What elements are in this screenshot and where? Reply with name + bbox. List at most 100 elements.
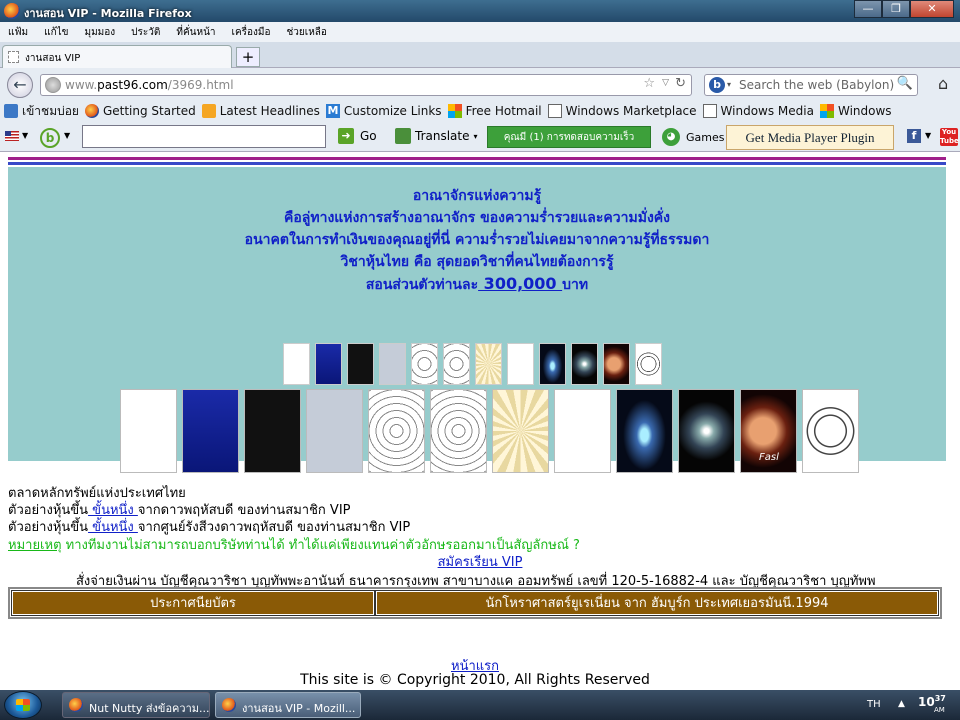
babylon-six-icon[interactable]: b bbox=[40, 128, 60, 148]
page-icon bbox=[547, 104, 562, 118]
arrow-right-icon: ➜ bbox=[338, 128, 354, 144]
thumbnail[interactable] bbox=[635, 343, 662, 385]
start-button[interactable] bbox=[4, 691, 42, 719]
copyright-text: This site is © Copyright 2010, All Right… bbox=[300, 672, 650, 688]
chevron-down-icon[interactable]: ▼ bbox=[64, 131, 70, 140]
bookmarks-bar: เข้าชมบ่อย Getting Started Latest Headli… bbox=[0, 100, 960, 122]
back-button[interactable]: ← bbox=[7, 72, 33, 98]
search-placeholder: Search the web (Babylon) bbox=[739, 78, 895, 92]
search-input[interactable]: b ▾ Search the web (Babylon) 🔍 bbox=[704, 74, 918, 96]
taskbar-item-label: Nut Nutty ส่งข้อความ... bbox=[89, 702, 210, 715]
menu-file[interactable]: แฟ้ม bbox=[8, 25, 28, 40]
galaxy-image[interactable] bbox=[678, 389, 735, 473]
chart-image[interactable] bbox=[554, 389, 611, 473]
headline-line-2: คือลู่ทางแห่งการสร้างอาณาจักร ของความร่ำ… bbox=[284, 210, 670, 226]
menu-tools[interactable]: เครื่องมือ bbox=[232, 25, 271, 40]
url-dropdown-icon[interactable]: ▽ bbox=[662, 78, 669, 88]
example-prefix: ตัวอย่างหุ้นขึ้น bbox=[8, 520, 89, 535]
chevron-down-icon[interactable]: ▾ bbox=[727, 80, 731, 89]
taskbar: Nut Nutty ส่งข้อความ... งานสอน VIP - Moz… bbox=[0, 690, 960, 720]
example-link-2[interactable]: ขั้นหนึ่ง bbox=[88, 520, 138, 535]
register-line: สมัครเรียน VIP bbox=[0, 551, 960, 572]
translate-button[interactable]: Translate ▾ bbox=[395, 128, 478, 144]
chart-image[interactable] bbox=[430, 389, 487, 473]
maximize-button[interactable]: ❐ bbox=[882, 0, 910, 18]
toolbar-search-input[interactable] bbox=[82, 125, 326, 148]
rss-icon bbox=[201, 104, 216, 118]
page-icon bbox=[702, 104, 717, 118]
games-button[interactable]: ◕ Games bbox=[662, 128, 724, 146]
thumbnail[interactable] bbox=[507, 343, 534, 385]
bookmark-windows-marketplace[interactable]: Windows Marketplace bbox=[547, 104, 697, 118]
menu-help[interactable]: ช่วยเหลือ bbox=[287, 25, 327, 40]
language-indicator[interactable]: TH bbox=[867, 699, 881, 710]
chart-image[interactable] bbox=[368, 389, 425, 473]
menu-edit[interactable]: แก้ไข bbox=[44, 25, 68, 40]
credentials-table: ประกาศนียบัตร นักโหราศาสตร์ยูเรเนี่ยน จา… bbox=[8, 587, 942, 619]
thumbnail[interactable] bbox=[443, 343, 470, 385]
thumbnail[interactable] bbox=[347, 343, 374, 385]
new-tab-button[interactable]: + bbox=[236, 47, 260, 67]
facebook-icon[interactable]: f bbox=[907, 129, 921, 143]
chevron-down-icon[interactable]: ▼ bbox=[22, 131, 28, 140]
bookmark-getting-started[interactable]: Getting Started bbox=[84, 104, 196, 118]
book-cover-image[interactable] bbox=[182, 389, 239, 473]
us-flag-icon[interactable] bbox=[5, 131, 19, 141]
firefox-icon bbox=[84, 104, 99, 118]
firefox-icon bbox=[222, 698, 236, 712]
chevron-down-icon[interactable]: ▼ bbox=[925, 131, 931, 140]
bookmark-star-icon[interactable]: ☆ bbox=[643, 76, 655, 91]
bookmark-label: Free Hotmail bbox=[465, 104, 542, 118]
seal-image[interactable] bbox=[802, 389, 859, 473]
addon-toolbar: ▼ b ▼ ➜ Go Translate ▾ คุณมี (1) การทดสอบค… bbox=[0, 122, 960, 152]
bookmark-customize-links[interactable]: M Customize Links bbox=[325, 104, 442, 118]
bookmark-windows[interactable]: Windows bbox=[819, 104, 892, 118]
chart-image[interactable] bbox=[492, 389, 549, 473]
translate-icon bbox=[395, 128, 411, 144]
reload-icon[interactable]: ↻ bbox=[675, 76, 686, 91]
bookmark-windows-media[interactable]: Windows Media bbox=[702, 104, 814, 118]
speed-test-button[interactable]: คุณมี (1) การทดสอบความเร็ว bbox=[487, 126, 651, 148]
register-vip-link[interactable]: สมัครเรียน VIP bbox=[438, 555, 523, 570]
price-suffix: บาท bbox=[562, 277, 589, 293]
home-icon[interactable]: ⌂ bbox=[938, 74, 948, 93]
search-icon[interactable]: 🔍 bbox=[897, 76, 913, 91]
thumbnail[interactable] bbox=[603, 343, 630, 385]
galaxy-image[interactable] bbox=[616, 389, 673, 473]
minimize-button[interactable]: — bbox=[854, 0, 882, 18]
taskbar-item[interactable]: Nut Nutty ส่งข้อความ... bbox=[62, 692, 210, 718]
media-player-plugin-button[interactable]: Get Media Player Plugin bbox=[726, 125, 894, 150]
thumbnail[interactable] bbox=[411, 343, 438, 385]
price-link[interactable]: 300,000 bbox=[478, 274, 562, 293]
taskbar-item-active[interactable]: งานสอน VIP - Mozill... bbox=[215, 692, 361, 718]
go-button[interactable]: ➜ Go bbox=[338, 128, 377, 144]
tray-expand-icon[interactable]: ▲ bbox=[898, 699, 905, 709]
book-cover-image[interactable] bbox=[244, 389, 301, 473]
thumbnail[interactable] bbox=[283, 343, 310, 385]
youtube-icon[interactable]: You Tube bbox=[940, 128, 959, 146]
thumbnail[interactable] bbox=[315, 343, 342, 385]
thumbnail[interactable] bbox=[539, 343, 566, 385]
bookmark-latest-headlines[interactable]: Latest Headlines bbox=[201, 104, 320, 118]
book-cover-image[interactable] bbox=[306, 389, 363, 473]
url-domain: past96.com bbox=[97, 78, 168, 92]
bookmark-most-visited[interactable]: เข้าชมบ่อย bbox=[4, 102, 79, 121]
menu-history[interactable]: ประวัติ bbox=[131, 25, 160, 40]
menu-view[interactable]: มุมมอง bbox=[85, 25, 116, 40]
thumbnail[interactable] bbox=[475, 343, 502, 385]
page-icon bbox=[8, 51, 19, 63]
planet-image[interactable]: Fasl bbox=[740, 389, 797, 473]
thumbnail[interactable] bbox=[379, 343, 406, 385]
thumbnail[interactable] bbox=[571, 343, 598, 385]
tab-label: งานสอน VIP bbox=[25, 53, 81, 64]
book-cover-image[interactable] bbox=[120, 389, 177, 473]
banner: อาณาจักรแห่งความรู้ คือลู่ทางแห่งการสร้า… bbox=[8, 167, 946, 473]
clock-minute: 37 bbox=[934, 694, 946, 703]
url-bar[interactable]: www.past96.com/3969.html ☆ ▽ ↻ bbox=[40, 74, 692, 96]
bookmark-free-hotmail[interactable]: Free Hotmail bbox=[447, 104, 542, 118]
menu-bookmarks[interactable]: ที่คั่นหน้า bbox=[176, 25, 215, 40]
close-button[interactable]: ✕ bbox=[910, 0, 954, 18]
table-cell: ประกาศนียบัตร bbox=[11, 590, 375, 616]
windows-icon bbox=[447, 104, 462, 118]
tab-active[interactable]: งานสอน VIP bbox=[2, 45, 232, 68]
